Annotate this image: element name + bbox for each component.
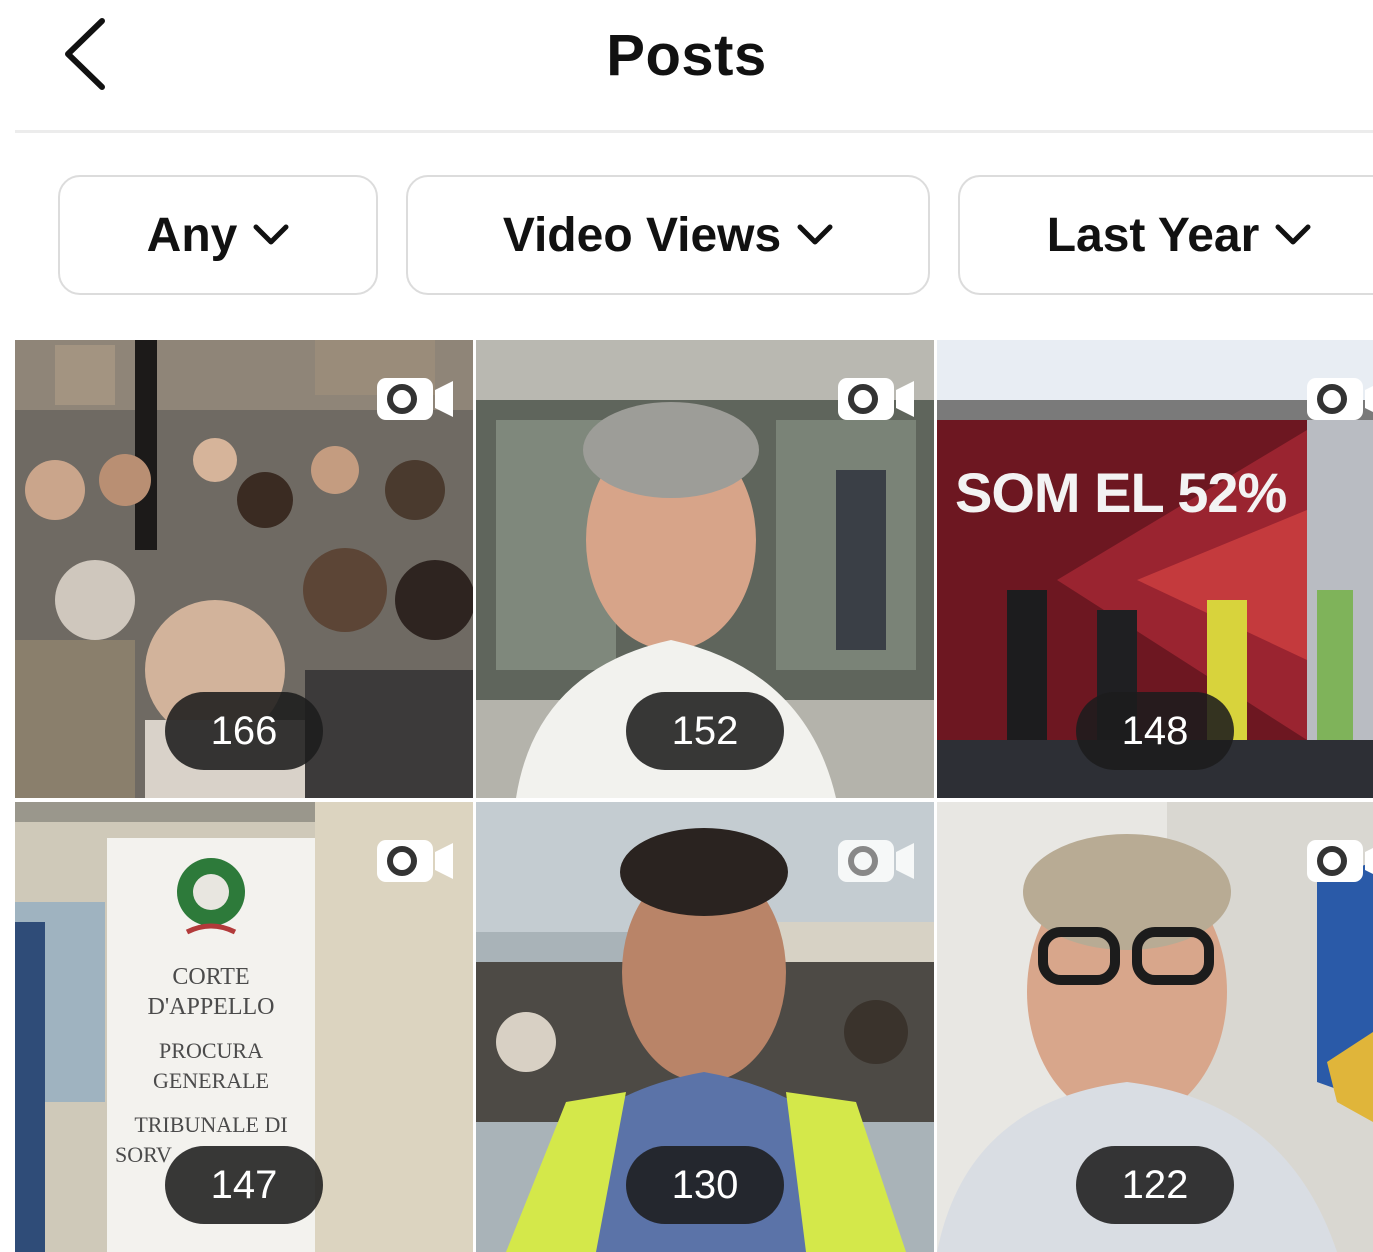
- posts-grid: 166 152 SOM EL 52% 148 CORTE D'APPELLO P…: [15, 340, 1373, 1252]
- filter-time-range-label: Last Year: [1046, 208, 1260, 262]
- view-count-badge: 166: [165, 692, 323, 770]
- page-title: Posts: [606, 23, 767, 88]
- sign-line: GENERALE: [152, 1068, 270, 1093]
- sign-line: D'APPELLO: [147, 994, 275, 1020]
- video-camera-icon: [1307, 378, 1373, 420]
- filter-metric[interactable]: Video Views: [406, 175, 930, 295]
- post-thumbnail[interactable]: 166: [15, 340, 473, 798]
- view-count-badge: 122: [1076, 1146, 1234, 1224]
- post-thumbnail[interactable]: 152: [476, 340, 934, 798]
- top-bar: Posts: [0, 0, 1373, 133]
- chevron-down-icon: [797, 224, 833, 245]
- filter-metric-label: Video Views: [502, 208, 782, 262]
- filter-content-type[interactable]: Any: [58, 175, 378, 295]
- post-thumbnail[interactable]: 130: [476, 802, 934, 1252]
- sign-text: CORTE D'APPELLO PROCURA GENERALE TRIBUNA…: [107, 962, 315, 1170]
- view-count-badge: 130: [626, 1146, 784, 1224]
- filter-bar: Any Video Views Last Year: [0, 175, 1373, 295]
- filter-time-range[interactable]: Last Year: [958, 175, 1373, 295]
- poster-text: SOM EL 52%: [955, 461, 1287, 524]
- view-count-badge: 152: [626, 692, 784, 770]
- post-thumbnail[interactable]: CORTE D'APPELLO PROCURA GENERALE TRIBUNA…: [15, 802, 473, 1252]
- sign-line: TRIBUNALE DI: [134, 1112, 288, 1137]
- header-divider: [15, 130, 1373, 133]
- video-camera-icon: [377, 378, 453, 420]
- video-camera-icon: [838, 840, 914, 882]
- post-thumbnail[interactable]: SOM EL 52% 148: [937, 340, 1373, 798]
- filter-content-type-label: Any: [146, 208, 238, 262]
- sign-line: PROCURA: [159, 1038, 263, 1063]
- view-count-badge: 148: [1076, 692, 1234, 770]
- sign-line: CORTE: [172, 964, 250, 990]
- post-thumbnail[interactable]: 122: [937, 802, 1373, 1252]
- video-camera-icon: [377, 840, 453, 882]
- video-camera-icon: [1307, 840, 1373, 882]
- view-count-badge: 147: [165, 1146, 323, 1224]
- video-camera-icon: [838, 378, 914, 420]
- chevron-down-icon: [253, 224, 289, 245]
- chevron-down-icon: [1275, 224, 1311, 245]
